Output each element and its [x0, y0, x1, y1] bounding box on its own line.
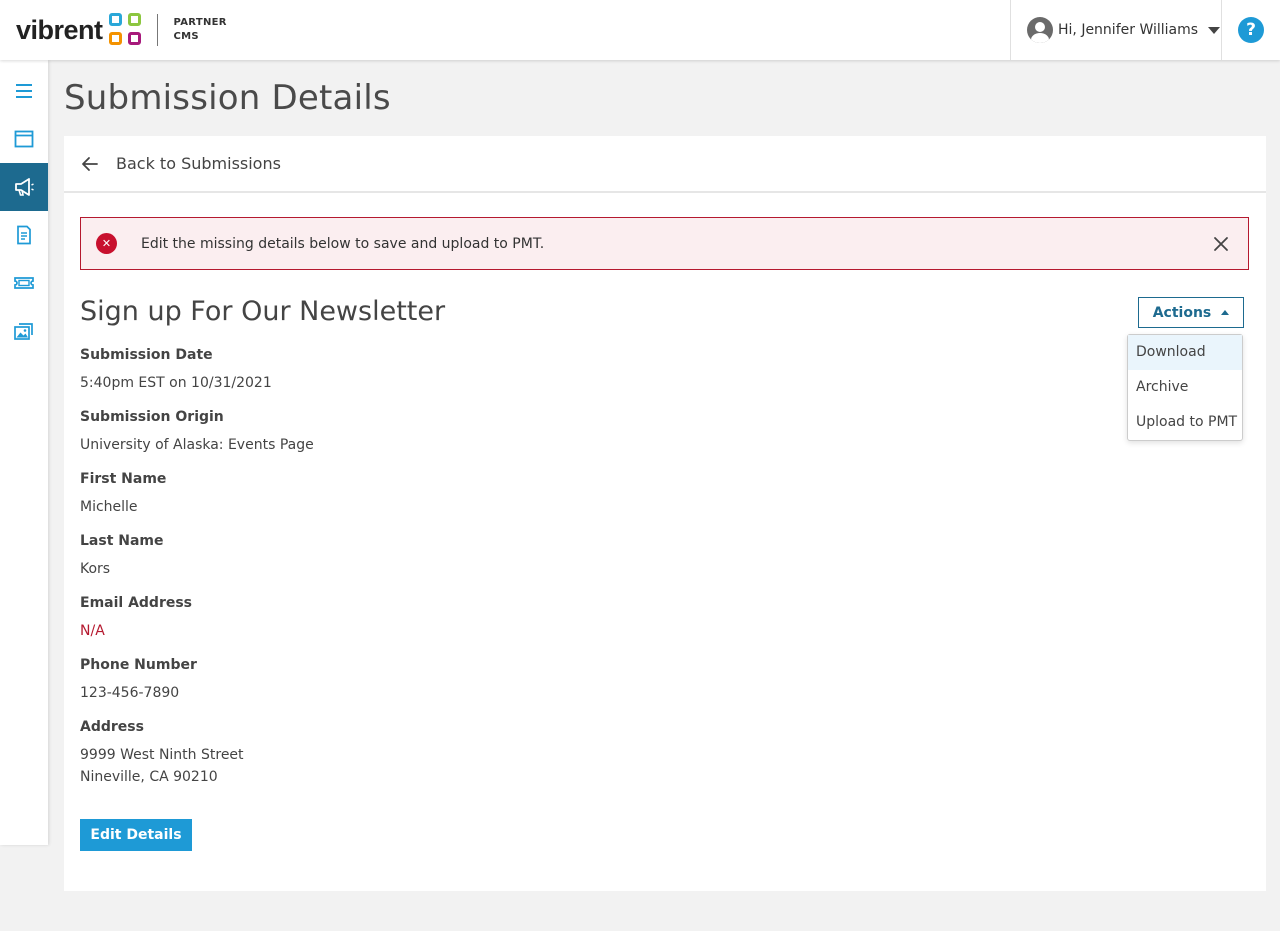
- error-alert: ✕ Edit the missing details below to save…: [80, 217, 1249, 270]
- document-icon: [17, 225, 31, 245]
- ticket-icon: [14, 277, 34, 289]
- actions-button[interactable]: Actions: [1138, 297, 1244, 328]
- back-to-submissions-link[interactable]: Back to Submissions: [64, 136, 1266, 193]
- logo-divider: [156, 14, 158, 46]
- field-value-address-line1: 9999 West Ninth Street: [80, 747, 244, 763]
- field-value-email: N/A: [80, 623, 105, 639]
- field-label-submission-origin: Submission Origin: [80, 409, 224, 425]
- alert-message: Edit the missing details below to save a…: [141, 235, 545, 252]
- field-label-phone: Phone Number: [80, 657, 197, 673]
- field-label-submission-date: Submission Date: [80, 347, 213, 363]
- field-value-submission-date: 5:40pm EST on 10/31/2021: [80, 375, 272, 391]
- submission-panel: Back to Submissions ✕ Edit the missing d…: [64, 136, 1266, 891]
- page-title: Submission Details: [64, 78, 391, 118]
- hamburger-menu-icon: [16, 84, 32, 98]
- sidebar-item-media[interactable]: [0, 307, 48, 355]
- megaphone-icon: [15, 178, 34, 196]
- chevron-up-icon: [1221, 310, 1230, 315]
- top-header: vibrent PARTNER CMS Hi, Jennifer William…: [0, 0, 1280, 60]
- actions-menu: Download Archive Upload to PMT: [1127, 334, 1243, 441]
- back-label: Back to Submissions: [116, 154, 281, 173]
- error-x-icon: ✕: [96, 233, 117, 254]
- logo-wordmark: vibrent: [16, 14, 103, 45]
- field-value-phone: 123-456-7890: [80, 685, 180, 701]
- user-menu[interactable]: Hi, Jennifer Williams: [1010, 0, 1222, 60]
- actions-label: Actions: [1152, 304, 1212, 321]
- field-value-submission-origin: University of Alaska: Events Page: [80, 437, 314, 453]
- field-value-address-line2: Nineville, CA 90210: [80, 769, 218, 785]
- menu-item-archive[interactable]: Archive: [1128, 370, 1242, 405]
- arrow-left-icon: [80, 154, 100, 174]
- field-value-last-name: Kors: [80, 561, 111, 577]
- user-avatar-icon: [1027, 17, 1053, 43]
- field-label-email: Email Address: [80, 595, 193, 611]
- gallery-icon: [14, 323, 33, 340]
- logo-subtitle: PARTNER CMS: [173, 17, 227, 42]
- sidebar-item-pages[interactable]: [0, 115, 48, 163]
- menu-item-upload-to-pmt[interactable]: Upload to PMT: [1128, 405, 1242, 440]
- sidebar-item-campaigns[interactable]: [0, 163, 48, 211]
- sidebar-item-documents[interactable]: [0, 211, 48, 259]
- form-title: Sign up For Our Newsletter: [80, 296, 446, 327]
- close-icon[interactable]: [1212, 235, 1230, 253]
- help-icon[interactable]: ?: [1238, 17, 1264, 43]
- field-value-first-name: Michelle: [80, 499, 138, 515]
- logo-mark-icon: [108, 13, 143, 47]
- field-label-address: Address: [80, 719, 144, 735]
- edit-details-button[interactable]: Edit Details: [80, 819, 192, 851]
- user-greeting: Hi, Jennifer Williams: [1058, 22, 1199, 38]
- sidebar-nav: [0, 60, 48, 845]
- field-label-first-name: First Name: [80, 471, 167, 487]
- browser-window-icon: [14, 130, 34, 148]
- vibrent-logo[interactable]: vibrent PARTNER CMS: [16, 12, 227, 48]
- chevron-down-icon: [1208, 26, 1221, 34]
- sidebar-item-menu[interactable]: [0, 67, 48, 115]
- menu-item-download[interactable]: Download: [1128, 335, 1242, 370]
- field-label-last-name: Last Name: [80, 533, 164, 549]
- sidebar-item-events[interactable]: [0, 259, 48, 307]
